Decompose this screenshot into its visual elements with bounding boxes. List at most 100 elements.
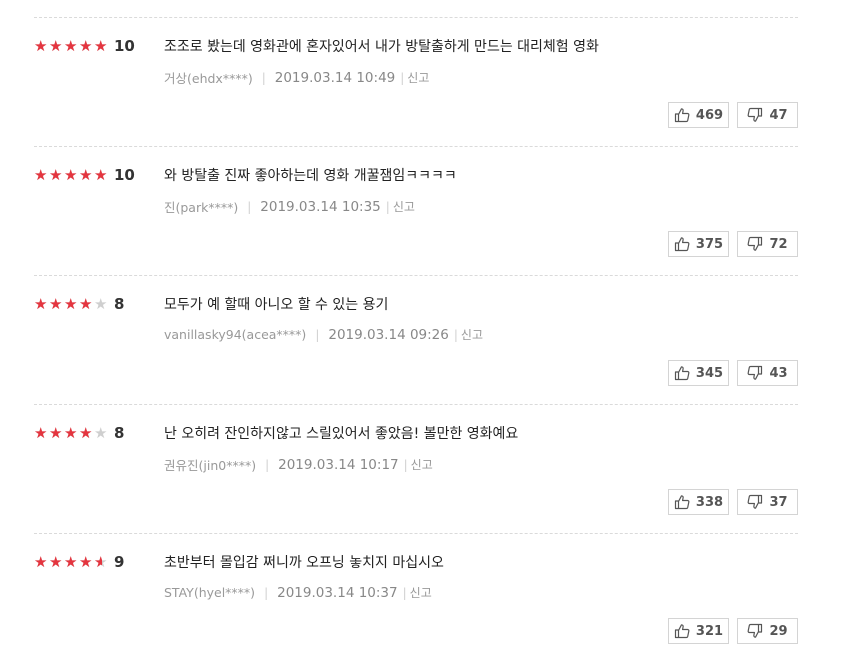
- report-link[interactable]: 신고: [461, 326, 483, 343]
- review-comment: 난 오히려 잔인하지않고 스릴있어서 좋았음! 볼만한 영화예요: [164, 426, 519, 442]
- divider: |: [315, 327, 320, 342]
- dislike-button[interactable]: 47: [737, 102, 798, 128]
- star-icon: ★★: [34, 424, 48, 442]
- star-icon: ★★: [94, 553, 108, 571]
- thumbs-down-icon: [748, 365, 763, 380]
- report-link[interactable]: 신고: [410, 584, 432, 601]
- star-icon: ★★: [64, 424, 78, 442]
- review-comment: 와 방탈출 진짜 좋아하는데 영화 개꿀잼임ㅋㅋㅋㅋ: [164, 168, 457, 184]
- star-icon: ★★: [49, 553, 63, 571]
- reviewer-name[interactable]: vanillasky94(acea****): [164, 327, 306, 342]
- divider: |: [265, 457, 270, 472]
- rating: ★★★★★★★★★★ 8: [34, 424, 124, 442]
- review-date: 2019.03.14 10:37: [277, 584, 398, 601]
- divider: |: [400, 70, 405, 85]
- rating-score: 10: [114, 37, 135, 55]
- dislike-count: 43: [769, 365, 788, 381]
- like-count: 338: [695, 494, 724, 510]
- dislike-button[interactable]: 72: [737, 231, 798, 257]
- report-link[interactable]: 신고: [411, 456, 433, 473]
- star-icon: ★★: [34, 37, 48, 55]
- star-icon: ★★: [34, 553, 48, 571]
- review-meta: vanillasky94(acea****) | 2019.03.14 09:2…: [164, 326, 483, 343]
- thumbs-down-icon: [748, 623, 763, 638]
- review-list: ★ ★ ★ ★ ★ ★ ★ ★ ★ ★ 10 조조로 봤는데 영화관에 혼자있어서 내가 방탈출하…: [0, 0, 843, 655]
- star-icon: ★★: [94, 295, 108, 313]
- thumbs-down-icon: [748, 107, 763, 122]
- rating-score: 10: [114, 166, 135, 184]
- dislike-count: 72: [769, 236, 788, 252]
- thumbs-down-icon: [748, 236, 763, 251]
- thumbs-up-icon: [674, 495, 690, 510]
- thumbs-down-icon: [748, 494, 763, 509]
- divider: |: [261, 70, 266, 85]
- review-meta: 진(park****) | 2019.03.14 10:35 | 신고: [164, 197, 415, 216]
- report-link[interactable]: 신고: [407, 69, 429, 86]
- vote-buttons: 375 72: [668, 231, 798, 257]
- report-link[interactable]: 신고: [393, 198, 415, 215]
- review-comment: 초반부터 몰입감 쩌니까 오프닝 놓치지 마십시오: [164, 555, 444, 571]
- reviewer-name[interactable]: 권유진(jin0****): [164, 455, 256, 474]
- divider: |: [385, 199, 390, 214]
- star-icon: ★★: [64, 166, 78, 184]
- review-item: ★★★★★★★★★★ 8 모두가 예 할때 아니오 할 수 있는 용기 vani…: [34, 275, 798, 404]
- review-meta: STAY(hyel****) | 2019.03.14 10:37 | 신고: [164, 584, 432, 601]
- star-icon: ★★: [64, 37, 78, 55]
- dislike-count: 29: [769, 623, 788, 639]
- dislike-button[interactable]: 43: [737, 360, 798, 386]
- rating: ★ ★ ★ ★ ★ ★ ★ ★ ★ ★ 10: [34, 166, 135, 184]
- reviewer-name[interactable]: STAY(hyel****): [164, 585, 255, 600]
- star-rating: ★★★★★★★★★★: [34, 296, 109, 312]
- star-icon: ★★: [49, 166, 63, 184]
- rating-score: 8: [114, 295, 125, 313]
- like-button[interactable]: 469: [668, 102, 729, 128]
- star-icon: ★★: [94, 424, 108, 442]
- star-icon: ★★: [79, 424, 93, 442]
- review-item: ★ ★ ★ ★ ★ ★ ★ ★ ★ ★ 9 초반부터 몰입감 쩌니까 오프닝 놓치지 마십시오 S…: [34, 533, 798, 662]
- like-button[interactable]: 338: [668, 489, 729, 515]
- vote-buttons: 469 47: [668, 102, 798, 128]
- like-button[interactable]: 321: [668, 618, 729, 644]
- star-icon: ★★: [49, 37, 63, 55]
- like-button[interactable]: 345: [668, 360, 729, 386]
- star-icon: ★★: [94, 37, 108, 55]
- star-icon: ★★: [64, 553, 78, 571]
- like-count: 469: [695, 107, 724, 123]
- rating: ★ ★ ★ ★ ★ ★ ★ ★ ★ ★ 9: [34, 553, 124, 571]
- review-date: 2019.03.14 10:35: [260, 198, 381, 215]
- divider: |: [247, 199, 252, 214]
- star-icon: ★★: [49, 424, 63, 442]
- review-comment: 모두가 예 할때 아니오 할 수 있는 용기: [164, 297, 389, 313]
- review-item: ★★★★★★★★★★ 8 난 오히려 잔인하지않고 스릴있어서 좋았음! 볼만한…: [34, 404, 798, 533]
- dislike-button[interactable]: 37: [737, 489, 798, 515]
- like-button[interactable]: 375: [668, 231, 729, 257]
- star-rating: ★★★★★★★★★★: [34, 167, 109, 183]
- dislike-button[interactable]: 29: [737, 618, 798, 644]
- vote-buttons: 321 29: [668, 618, 798, 644]
- divider: |: [264, 585, 269, 600]
- vote-buttons: 338 37: [668, 489, 798, 515]
- star-icon: ★★: [34, 166, 48, 184]
- star-rating: ★★★★★★★★★★: [34, 425, 109, 441]
- review-meta: 거상(ehdx****) | 2019.03.14 10:49 | 신고: [164, 68, 429, 87]
- review-item: ★ ★ ★ ★ ★ ★ ★ ★ ★ ★ 10 조조로 봤는데 영화관에 혼자있어서 내가 방탈출하…: [34, 17, 798, 146]
- star-rating: ★★★★★★★★★★: [34, 38, 109, 54]
- star-icon: ★★: [64, 295, 78, 313]
- star-icon: ★★: [79, 553, 93, 571]
- thumbs-up-icon: [674, 624, 690, 639]
- vote-buttons: 345 43: [668, 360, 798, 386]
- review-meta: 권유진(jin0****) | 2019.03.14 10:17 | 신고: [164, 455, 433, 474]
- rating-score: 8: [114, 424, 125, 442]
- star-icon: ★★: [79, 166, 93, 184]
- thumbs-up-icon: [674, 108, 690, 123]
- star-icon: ★★: [79, 295, 93, 313]
- divider: |: [453, 327, 458, 342]
- like-count: 345: [695, 365, 724, 381]
- star-icon: ★★: [49, 295, 63, 313]
- star-icon: ★★: [94, 166, 108, 184]
- reviewer-name[interactable]: 진(park****): [164, 197, 238, 216]
- review-date: 2019.03.14 09:26: [328, 326, 449, 343]
- like-count: 321: [695, 623, 724, 639]
- reviewer-name[interactable]: 거상(ehdx****): [164, 68, 253, 87]
- dislike-count: 37: [769, 494, 788, 510]
